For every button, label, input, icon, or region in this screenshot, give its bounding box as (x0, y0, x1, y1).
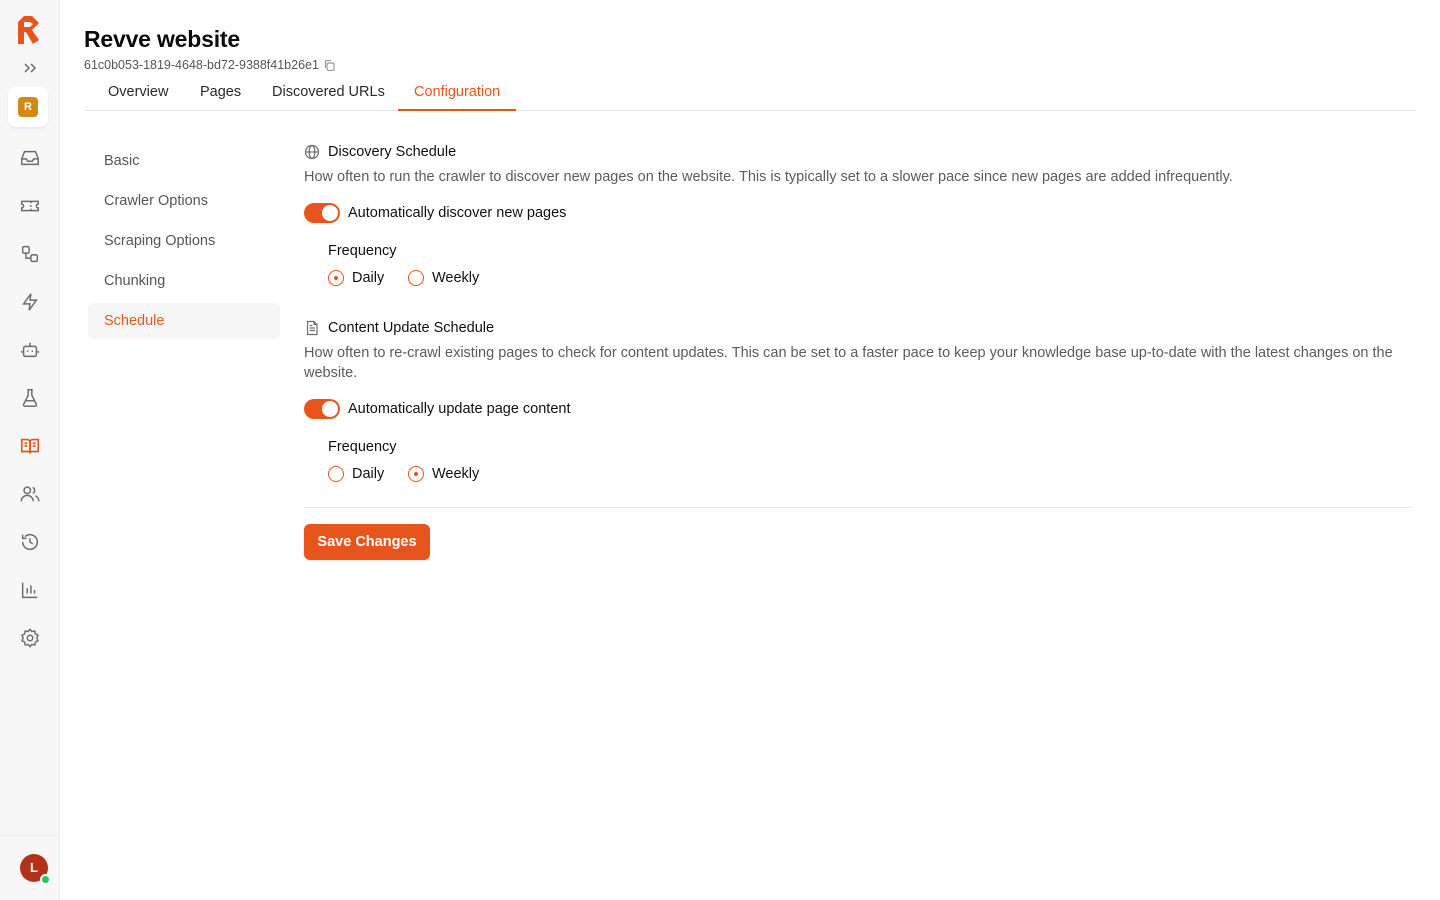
gear-icon[interactable] (19, 627, 41, 649)
radio-label: Weekly (432, 270, 480, 286)
rail-divider (0, 835, 59, 836)
presence-indicator (40, 874, 51, 885)
discovery-toggle-label: Automatically discover new pages (348, 205, 567, 221)
tab-configuration[interactable]: Configuration (398, 76, 517, 111)
radio-dot (328, 466, 344, 482)
ticket-icon[interactable] (19, 195, 41, 217)
page-title: Revve website (84, 26, 240, 52)
tab-pages[interactable]: Pages (184, 76, 257, 110)
content-update-description: How often to re-crawl existing pages to … (304, 345, 1393, 381)
copy-icon[interactable] (323, 59, 336, 72)
discovery-toggle[interactable] (304, 203, 340, 223)
save-button[interactable]: Save Changes (304, 524, 430, 560)
workspace-badge: R (18, 97, 38, 117)
radio-dot (408, 466, 424, 482)
content-update-radio-daily[interactable]: Daily (328, 466, 384, 482)
content-update-title: Content Update Schedule (328, 320, 495, 336)
book-open-icon[interactable] (19, 435, 41, 457)
workflow-icon[interactable] (19, 243, 41, 265)
side-item-basic[interactable]: Basic (88, 143, 280, 179)
lightning-icon[interactable] (19, 291, 41, 313)
website-id: 61c0b053-1819-4648-bd72-9388f41b26e1 (84, 58, 336, 72)
radio-dot (328, 270, 344, 286)
content-update-radio-weekly[interactable]: Weekly (408, 466, 479, 482)
logo-icon[interactable] (14, 12, 44, 46)
radio-label: Weekly (432, 466, 480, 482)
inbox-icon[interactable] (19, 147, 41, 169)
flask-icon[interactable] (19, 387, 41, 409)
left-rail: R L (0, 0, 60, 900)
expand-sidebar-icon[interactable] (20, 58, 40, 78)
tab-overview[interactable]: Overview (92, 76, 184, 110)
history-icon[interactable] (19, 531, 41, 553)
section-divider (304, 507, 1411, 508)
document-icon (306, 320, 318, 336)
discovery-radio-weekly[interactable]: Weekly (408, 270, 479, 286)
discovery-schedule-description: How often to run the crawler to discover… (304, 169, 1233, 185)
tab-discovered-urls[interactable]: Discovered URLs (256, 76, 401, 110)
discovery-toggle-row: Automatically discover new pages (304, 203, 566, 223)
workspace-switcher[interactable]: R (8, 87, 48, 127)
bot-icon[interactable] (19, 339, 41, 361)
tab-bar: Overview Pages Discovered URLs Configura… (84, 76, 1416, 111)
radio-label: Daily (352, 270, 385, 286)
side-item-scraping-options[interactable]: Scraping Options (88, 223, 280, 259)
radio-dot (408, 270, 424, 286)
globe-icon (304, 144, 320, 160)
discovery-radio-daily[interactable]: Daily (328, 270, 384, 286)
content-update-header: Content Update Schedule (304, 320, 494, 336)
content-update-toggle-row: Automatically update page content (304, 399, 570, 419)
content-update-toggle-label: Automatically update page content (348, 401, 571, 417)
users-icon[interactable] (19, 483, 41, 505)
side-item-chunking[interactable]: Chunking (88, 263, 280, 299)
content-update-toggle[interactable] (304, 399, 340, 419)
discovery-schedule-title: Discovery Schedule (328, 144, 457, 160)
discovery-frequency-label: Frequency (328, 243, 397, 259)
discovery-schedule-header: Discovery Schedule (304, 144, 456, 160)
bar-chart-icon[interactable] (19, 579, 41, 601)
side-item-crawler-options[interactable]: Crawler Options (88, 183, 280, 219)
radio-label: Daily (352, 466, 385, 482)
side-item-schedule[interactable]: Schedule (88, 303, 280, 339)
content-update-frequency-label: Frequency (328, 439, 397, 455)
website-id-text: 61c0b053-1819-4648-bd72-9388f41b26e1 (84, 58, 319, 72)
